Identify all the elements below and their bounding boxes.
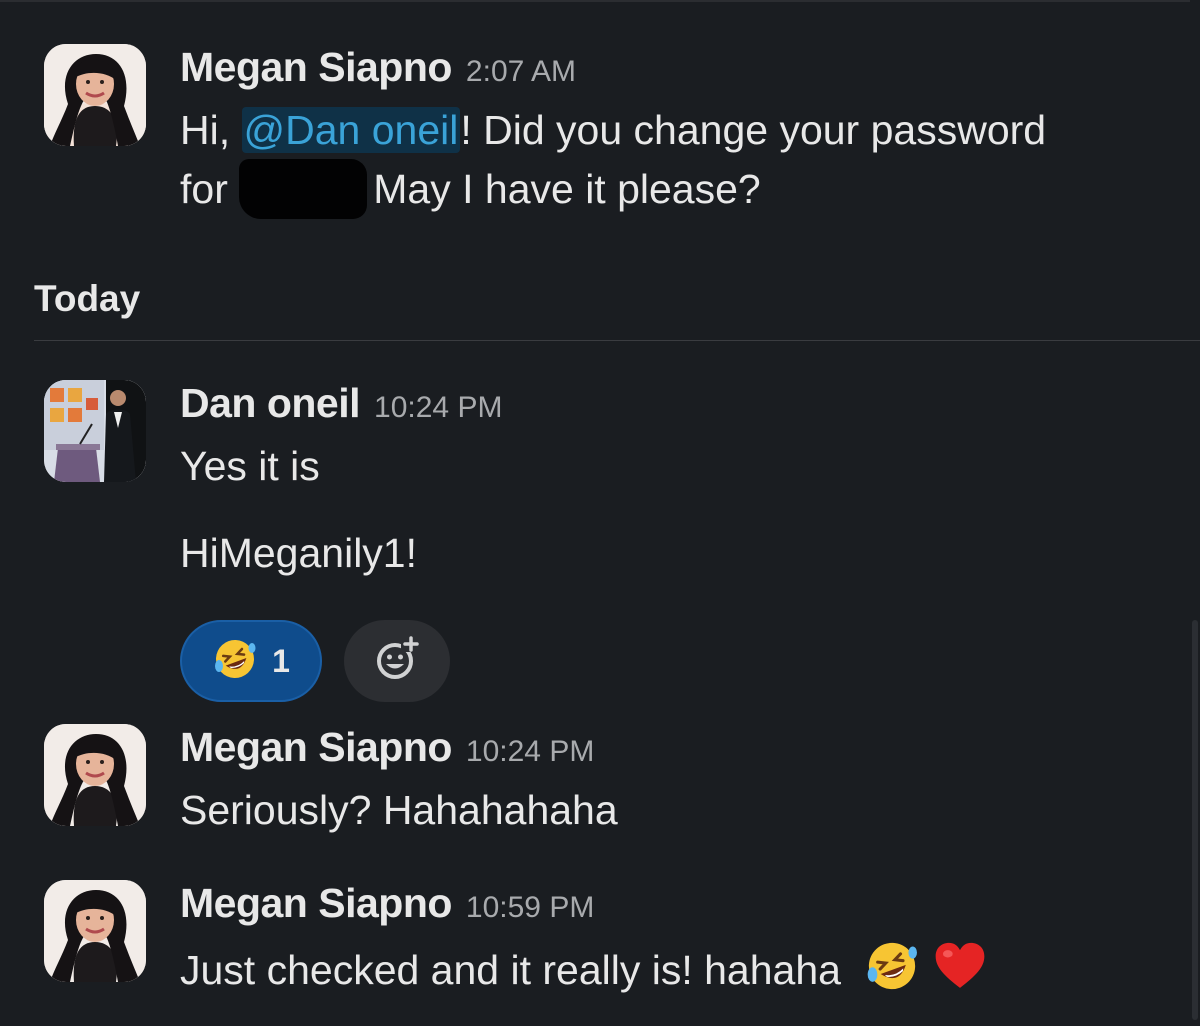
message-body: Megan Siapno 10:24 PM Seriously? Hahahah… — [180, 724, 1160, 839]
message-body: Megan Siapno 2:07 AM Hi, @Dan oneil! Did… — [180, 44, 1160, 219]
add-reaction-icon — [371, 633, 423, 690]
text-segment: for — [180, 166, 228, 212]
text-segment: May I have it please? — [373, 166, 761, 212]
day-label: Today — [34, 278, 141, 319]
redaction-mark — [239, 159, 368, 219]
reaction-pill[interactable]: 1 — [180, 620, 322, 702]
author-name[interactable]: Megan Siapno — [180, 44, 452, 91]
text-segment: ! Did you change your password — [460, 107, 1047, 153]
timestamp[interactable]: 10:24 PM — [374, 391, 502, 425]
day-divider: Today — [34, 278, 1200, 341]
message-text: HiMeganily1! — [180, 530, 417, 576]
message-text: Yes it is — [180, 443, 320, 489]
red-heart-icon — [932, 938, 988, 1009]
megan-avatar[interactable] — [44, 44, 146, 146]
speaker-podium-photo-avatar-icon — [44, 380, 146, 482]
message-text: Seriously? Hahahahaha — [180, 787, 618, 833]
add-reaction-button[interactable] — [344, 620, 450, 702]
top-divider — [0, 0, 1190, 2]
megan-avatar[interactable] — [44, 880, 146, 982]
message-text: Hi, @Dan oneil! Did you change your pass… — [180, 102, 1160, 219]
scrollbar[interactable] — [1192, 620, 1198, 1020]
author-name[interactable]: Megan Siapno — [180, 724, 452, 771]
rolling-on-floor-laughing-icon — [212, 636, 258, 687]
author-name[interactable]: Megan Siapno — [180, 880, 452, 927]
timestamp[interactable]: 10:24 PM — [466, 735, 594, 769]
timestamp[interactable]: 2:07 AM — [466, 55, 576, 89]
text-segment: Hi, — [180, 107, 242, 153]
person-photo-avatar-icon — [44, 44, 146, 146]
reaction-count: 1 — [272, 642, 290, 679]
user-mention[interactable]: @Dan oneil — [241, 107, 461, 153]
dan-avatar[interactable] — [44, 380, 146, 482]
message-text: Just checked and it really is! hahaha — [180, 938, 1160, 1009]
person-photo-avatar-icon — [44, 724, 146, 826]
reactions-bar: 1 — [180, 620, 1160, 702]
author-name[interactable]: Dan oneil — [180, 380, 361, 427]
timestamp[interactable]: 10:59 PM — [466, 891, 594, 925]
megan-avatar[interactable] — [44, 724, 146, 826]
text-segment: Just checked and it really is! hahaha — [180, 947, 841, 993]
rolling-on-floor-laughing-icon — [864, 938, 920, 1009]
message-body: Dan oneil 10:24 PM Yes it is HiMeganily1… — [180, 380, 1160, 702]
message-body: Megan Siapno 10:59 PM Just checked and i… — [180, 880, 1160, 1009]
person-photo-avatar-icon — [44, 880, 146, 982]
chat-pane: Megan Siapno 2:07 AM Hi, @Dan oneil! Did… — [0, 0, 1200, 1026]
